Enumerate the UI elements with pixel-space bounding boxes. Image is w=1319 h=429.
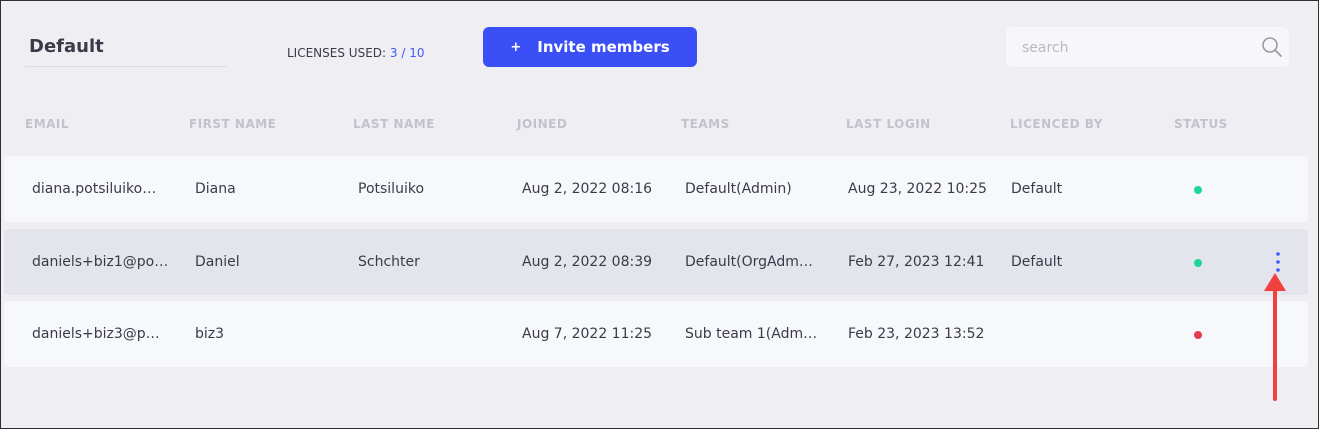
invite-members-button[interactable]: + Invite members xyxy=(483,27,697,67)
header-email[interactable]: EMAIL xyxy=(25,117,69,131)
header-last-login[interactable]: LAST LOGIN xyxy=(846,117,931,131)
annotation-arrow-icon xyxy=(1263,273,1287,407)
cell-joined: Aug 2, 2022 08:16 xyxy=(522,181,653,197)
cell-joined: Aug 2, 2022 08:39 xyxy=(522,254,653,270)
cell-email: daniels+biz1@po… xyxy=(32,254,169,270)
cell-last-name: Schchter xyxy=(358,254,420,270)
cell-licensed-by: Default xyxy=(1011,254,1063,270)
cell-licensed-by: Default xyxy=(1011,181,1063,197)
members-page: Default LICENSES USED: 3 / 10 + Invite m… xyxy=(0,0,1319,429)
header-joined[interactable]: JOINED xyxy=(517,117,567,131)
cell-first-name: biz3 xyxy=(195,326,225,342)
status-dot xyxy=(1194,331,1202,339)
status-dot xyxy=(1194,259,1202,267)
search-input[interactable] xyxy=(1020,37,1244,59)
cell-email: diana.potsiluiko… xyxy=(32,181,157,197)
header-status[interactable]: STATUS xyxy=(1174,117,1228,131)
invite-members-label: Invite members xyxy=(537,38,670,56)
workspace-title-underline xyxy=(25,66,227,67)
cell-last-login: Feb 27, 2023 12:41 xyxy=(848,254,985,270)
cell-first-name: Diana xyxy=(195,181,236,197)
table-row[interactable]: daniels+biz3@p… biz3 Aug 7, 2022 11:25 S… xyxy=(4,301,1308,367)
cell-last-name: Potsiluiko xyxy=(358,181,425,197)
search-box[interactable] xyxy=(1006,27,1289,67)
cell-last-login: Aug 23, 2022 10:25 xyxy=(848,181,987,197)
licenses-label: LICENSES USED: xyxy=(287,46,387,60)
cell-teams: Default(OrgAdm… xyxy=(685,254,813,270)
header-teams[interactable]: TEAMS xyxy=(681,117,730,131)
header-last-name[interactable]: LAST NAME xyxy=(353,117,435,131)
search-icon[interactable] xyxy=(1261,36,1283,62)
cell-last-login: Feb 23, 2023 13:52 xyxy=(848,326,985,342)
table-row[interactable]: daniels+biz1@po… Daniel Schchter Aug 2, … xyxy=(4,229,1308,295)
header-first-name[interactable]: FIRST NAME xyxy=(189,117,276,131)
workspace-title[interactable]: Default xyxy=(29,36,104,57)
status-dot xyxy=(1194,186,1202,194)
cell-first-name: Daniel xyxy=(195,254,240,270)
licenses-used: LICENSES USED: 3 / 10 xyxy=(287,46,424,60)
cell-teams: Default(Admin) xyxy=(685,181,792,197)
cell-teams: Sub team 1(Adm… xyxy=(685,326,818,342)
table-row[interactable]: diana.potsiluiko… Diana Potsiluiko Aug 2… xyxy=(4,156,1308,222)
row-actions-kebab-icon[interactable] xyxy=(1270,251,1286,273)
header-licenced-by[interactable]: LICENCED BY xyxy=(1010,117,1103,131)
licenses-count: 3 / 10 xyxy=(389,46,425,60)
plus-icon: + xyxy=(510,39,522,55)
cell-joined: Aug 7, 2022 11:25 xyxy=(522,326,653,342)
cell-email: daniels+biz3@p… xyxy=(32,326,160,342)
